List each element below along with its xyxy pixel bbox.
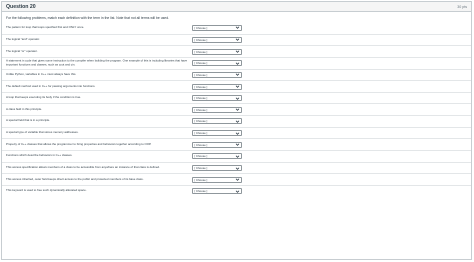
chevron-down-icon	[235, 155, 239, 158]
match-prompt: A class field in this principle.	[6, 107, 42, 111]
chevron-down-icon	[235, 50, 239, 53]
answer-dropdown[interactable]: [ Choose ]	[192, 165, 242, 171]
question-instructions: For the following problems, match each d…	[6, 16, 170, 20]
question-header: Question 20 30 pts	[2, 2, 471, 12]
chevron-down-icon	[235, 120, 239, 123]
match-row: This access specification allows members…	[2, 161, 471, 174]
answer-dropdown[interactable]: [ Choose ]	[192, 141, 242, 148]
answer-dropdown[interactable]: [ Choose ]	[192, 188, 242, 195]
dropdown-value: [ Choose ]	[194, 107, 208, 112]
question-title: Question 20	[6, 3, 36, 10]
chevron-down-icon	[235, 85, 239, 88]
answer-dropdown[interactable]: [ Choose ]	[192, 48, 242, 55]
match-prompt: Property of C++ classes that allows the …	[6, 141, 152, 146]
dropdown-value: [ Choose ]	[194, 142, 208, 147]
match-row: This access inherited, outer field keeps…	[2, 173, 471, 185]
match-prompt: The logical "and" operator.	[6, 37, 40, 42]
chevron-down-icon	[235, 132, 239, 135]
match-prompt: This keyword is used to free such dynami…	[6, 188, 87, 193]
match-row: The pattern for loop that loops specifie…	[2, 22, 471, 34]
question-panel: Question 20 30 pts For the following pro…	[1, 1, 472, 260]
answer-dropdown[interactable]: [ Choose ]	[192, 36, 242, 43]
match-row: This keyword is used to free such dynami…	[2, 184, 471, 197]
answer-dropdown[interactable]: [ Choose ]	[192, 130, 242, 137]
chevron-down-icon	[235, 108, 239, 112]
match-prompt: The pattern for loop that loops specifie…	[6, 25, 85, 30]
match-row: The logical "and" operator. [ Choose ]	[2, 33, 471, 46]
matching-list: The pattern for loop that loops specifie…	[2, 22, 471, 197]
dropdown-value: [ Choose ]	[194, 61, 208, 66]
match-row: Functions which describe behaviors in C+…	[2, 150, 471, 162]
chevron-down-icon	[235, 143, 239, 147]
match-prompt: Unlike Python, variables in C++ must alw…	[6, 72, 77, 77]
match-prompt: The logical "or" operator.	[6, 48, 38, 53]
answer-dropdown[interactable]: [ Choose ]	[192, 24, 242, 31]
chevron-down-icon	[235, 190, 239, 193]
answer-dropdown[interactable]: [ Choose ]	[192, 60, 242, 67]
match-row: A special type of variable that stores m…	[2, 126, 471, 139]
answer-dropdown[interactable]: [ Choose ]	[192, 106, 242, 113]
answer-dropdown[interactable]: [ Choose ]	[192, 176, 242, 183]
match-prompt: A special field that is in a principle.	[6, 118, 51, 123]
dropdown-value: [ Choose ]	[194, 189, 208, 194]
match-row: A loop that keeps executing its body if …	[2, 91, 471, 104]
answer-dropdown[interactable]: [ Choose ]	[192, 118, 242, 125]
dropdown-value: [ Choose ]	[194, 131, 208, 136]
dropdown-value: [ Choose ]	[194, 154, 208, 159]
dropdown-value: [ Choose ]	[194, 37, 208, 42]
answer-dropdown[interactable]: [ Choose ]	[192, 83, 242, 90]
chevron-down-icon	[235, 26, 239, 30]
chevron-down-icon	[235, 62, 239, 65]
dropdown-value: [ Choose ]	[194, 166, 208, 170]
dropdown-value: [ Choose ]	[194, 119, 208, 124]
match-prompt: Functions which describe behaviors in C+…	[6, 153, 73, 158]
dropdown-value: [ Choose ]	[194, 25, 208, 30]
dropdown-value: [ Choose ]	[194, 177, 208, 182]
match-row: The logical "or" operator. [ Choose ]	[2, 45, 471, 57]
answer-dropdown[interactable]: [ Choose ]	[192, 153, 242, 160]
match-prompt: The default method used in C++ for passi…	[6, 83, 96, 88]
chevron-down-icon	[235, 97, 239, 100]
match-prompt: This access inherited, outer field keeps…	[6, 176, 144, 181]
dropdown-value: [ Choose ]	[194, 84, 208, 89]
match-row: A special field that is in a principle. […	[2, 115, 471, 127]
match-row: A class field in this principle. [ Choose…	[2, 103, 471, 115]
chevron-down-icon	[235, 166, 239, 170]
match-prompt: A statement in code that gives some inst…	[6, 58, 188, 67]
match-prompt: A loop that keeps executing its body if …	[6, 95, 82, 100]
answer-dropdown[interactable]: [ Choose ]	[192, 71, 242, 78]
match-row: The default method used in C++ for passi…	[2, 80, 471, 92]
match-row: Property of C++ classes that allows the …	[2, 138, 471, 150]
match-row: Unlike Python, variables in C++ must alw…	[2, 68, 471, 81]
chevron-down-icon	[235, 38, 239, 42]
answer-dropdown[interactable]: [ Choose ]	[192, 95, 242, 102]
match-row: A statement in code that gives some inst…	[2, 56, 471, 69]
match-prompt: A special type of variable that stores m…	[6, 130, 79, 135]
dropdown-value: [ Choose ]	[194, 96, 208, 101]
question-points: 30 pts	[457, 4, 467, 9]
dropdown-value: [ Choose ]	[194, 72, 208, 77]
match-prompt: This access specification allows members…	[6, 165, 160, 170]
dropdown-value: [ Choose ]	[194, 49, 208, 54]
chevron-down-icon	[235, 178, 239, 181]
chevron-down-icon	[235, 73, 239, 77]
